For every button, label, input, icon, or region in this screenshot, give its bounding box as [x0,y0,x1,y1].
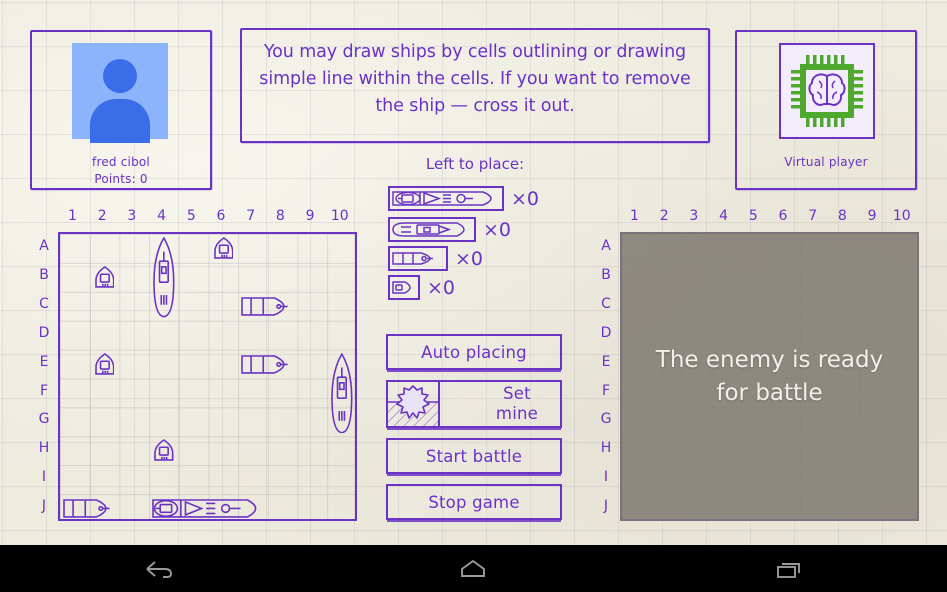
set-mine-button[interactable]: Set mine [386,380,562,428]
left-to-place-row[interactable]: ×0 [388,275,455,300]
recents-icon [777,562,801,578]
column-header: 9 [867,208,877,224]
back-button[interactable] [118,545,198,592]
set-mine-line1: Set [503,384,531,403]
enemy-status-text: The enemy is ready for battle [655,346,884,406]
left-to-place-title: Left to place: [425,155,525,173]
column-header: 5 [186,208,196,224]
row-header: J [41,498,47,515]
row-header: C [39,295,49,312]
left-to-place-row[interactable]: ×0 [388,217,511,242]
ship-icon-submarine-1 [388,275,420,300]
row-header: D [600,324,612,341]
row-header: D [38,324,50,341]
row-header: I [41,469,47,486]
column-header: 8 [837,208,847,224]
auto-placing-button[interactable]: Auto placing [386,334,562,370]
ship-count-destroyer-2: ×0 [455,247,484,270]
left-to-place-row[interactable]: ×0 [388,186,539,211]
row-header: E [601,353,611,370]
column-header: 2 [97,208,107,224]
column-header: 4 [157,208,167,224]
row-header: G [600,411,612,428]
back-icon [146,560,172,578]
ship-icon-destroyer-2 [388,246,448,271]
recents-button[interactable] [749,545,829,592]
row-header: I [603,469,609,486]
avatar [72,43,168,143]
ship-icon-battleship-4 [388,186,504,211]
stop-game-label: Stop game [428,492,520,512]
column-header: 10 [892,208,911,224]
row-header: H [38,440,50,457]
row-header: E [39,353,49,370]
column-header: 7 [808,208,818,224]
column-header: 10 [330,208,349,224]
android-navigation-bar [0,545,947,592]
row-header: J [603,498,609,515]
column-header: 6 [778,208,788,224]
row-header: H [600,440,612,457]
hint-text: You may draw ships by cells outlining or… [259,42,691,116]
column-header: 1 [630,208,639,224]
column-header: 8 [275,208,285,224]
left-to-place-row[interactable]: ×0 [388,246,483,271]
column-header: 3 [127,208,137,224]
home-button[interactable] [433,545,513,592]
cpu-brain-icon [791,55,863,127]
column-header: 2 [659,208,669,224]
start-battle-button[interactable]: Start battle [386,438,562,474]
avatar-head-icon [103,59,137,93]
home-icon [461,559,486,577]
start-battle-label: Start battle [425,446,523,466]
row-header: A [39,238,49,254]
column-header: 5 [748,208,758,224]
hint-box: You may draw ships by cells outlining or… [240,28,710,143]
battleship-game-screen: fred cibol Points: 0 You may draw ships … [0,0,947,592]
row-header: A [601,238,611,254]
player-name: fred cibol [92,155,150,169]
ai-player-label: Virtual player [784,155,868,169]
set-mine-line2: mine [495,404,538,423]
ship-count-submarine-1: ×0 [427,276,456,299]
column-header: 3 [689,208,699,224]
ship-count-battleship-4: ×0 [511,187,540,210]
player-grid[interactable] [58,232,357,521]
stop-game-button[interactable]: Stop game [386,484,562,520]
row-header: B [601,266,611,283]
row-header: F [39,382,49,399]
set-mine-label: Set mine [496,384,538,424]
row-header: B [39,266,49,283]
column-header: 1 [68,208,77,224]
column-header: 4 [719,208,729,224]
column-header: 6 [216,208,226,224]
ai-avatar [779,43,875,139]
mine-icon [388,382,440,426]
ship-count-cruiser-3: ×0 [483,218,512,241]
column-header: 7 [246,208,256,224]
row-header: G [38,411,50,428]
row-header: F [601,382,611,399]
avatar-body-icon [90,99,150,143]
auto-placing-label: Auto placing [421,342,527,362]
row-header: C [601,295,611,312]
ship-icon-cruiser-3 [388,217,476,242]
player-points: Points: 0 [94,172,148,186]
column-header: 9 [305,208,315,224]
enemy-overlay: The enemy is ready for battle [620,232,919,521]
